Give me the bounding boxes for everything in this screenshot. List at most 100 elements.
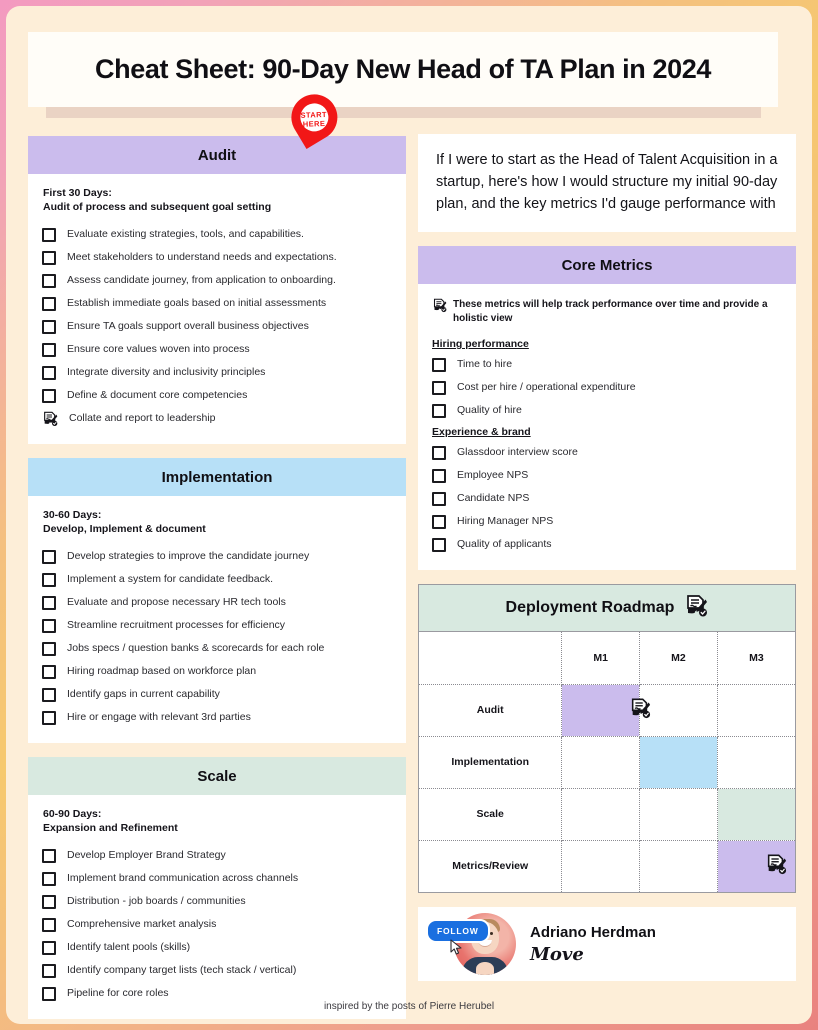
page-title: Cheat Sheet: 90-Day New Head of TA Plan … xyxy=(95,54,711,84)
checklist-item-label: Collate and report to leadership xyxy=(69,412,216,424)
checklist-item[interactable]: Evaluate existing strategies, tools, and… xyxy=(38,223,392,246)
checklist-item[interactable]: Identify talent pools (skills) xyxy=(38,936,392,959)
roadmap-cell[interactable] xyxy=(561,788,641,841)
checkbox[interactable] xyxy=(432,491,446,506)
checkbox[interactable] xyxy=(42,319,56,334)
checkbox[interactable] xyxy=(42,595,56,610)
checklist-item[interactable]: Assess candidate journey, from applicati… xyxy=(38,269,392,292)
roadmap-row-label: Metrics/Review xyxy=(419,840,563,892)
checkbox[interactable] xyxy=(42,848,56,863)
pin-label: START HERE xyxy=(297,105,330,134)
checklist-item[interactable]: Hire or engage with relevant 3rd parties xyxy=(38,706,392,729)
checklist-item[interactable]: Jobs specs / question banks & scorecards… xyxy=(38,637,392,660)
roadmap-cell[interactable] xyxy=(561,684,651,737)
checkbox[interactable] xyxy=(42,917,56,932)
checklist-item[interactable]: Integrate diversity and inclusivity prin… xyxy=(38,361,392,384)
checkbox[interactable] xyxy=(42,342,56,357)
panel-implementation: Implementation 30-60 Days: Develop, Impl… xyxy=(28,458,406,743)
checklist-item[interactable]: Employee NPS xyxy=(428,464,782,487)
document-pen-icon xyxy=(765,854,787,879)
checklist-item[interactable]: Streamline recruitment processes for eff… xyxy=(38,614,392,637)
checklist-item[interactable]: Develop Employer Brand Strategy xyxy=(38,844,392,867)
checklist-item[interactable]: Implement a system for candidate feedbac… xyxy=(38,568,392,591)
roadmap-cell[interactable] xyxy=(717,840,795,892)
checklist-item[interactable]: Cost per hire / operational expenditure xyxy=(428,376,782,399)
checkbox[interactable] xyxy=(42,641,56,656)
metric-group-title: Experience & brand xyxy=(432,426,531,438)
roadmap-row-label: Scale xyxy=(419,788,563,841)
checklist-item-label: Hiring Manager NPS xyxy=(457,515,554,527)
checklist-item[interactable]: Ensure TA goals support overall business… xyxy=(38,315,392,338)
checklist-item[interactable]: Implement brand communication across cha… xyxy=(38,867,392,890)
roadmap-cell[interactable] xyxy=(561,736,641,789)
document-pen-icon xyxy=(432,298,447,318)
roadmap-cell[interactable] xyxy=(639,736,718,789)
checkbox[interactable] xyxy=(432,514,446,529)
document-pen-icon xyxy=(433,298,447,313)
checklist-item[interactable]: Quality of applicants xyxy=(428,533,782,556)
checklist-item[interactable]: Define & document core competencies xyxy=(38,384,392,407)
checkbox[interactable] xyxy=(42,227,56,242)
checklist-item[interactable]: Distribution - job boards / communities xyxy=(38,890,392,913)
checklist-item[interactable]: Identify gaps in current capability xyxy=(38,683,392,706)
roadmap-cell[interactable] xyxy=(717,788,795,841)
checklist-item[interactable]: Evaluate and propose necessary HR tech t… xyxy=(38,591,392,614)
checkbox[interactable] xyxy=(432,403,446,418)
checklist-item[interactable]: Quality of hire xyxy=(428,399,782,422)
checkbox[interactable] xyxy=(42,710,56,725)
checkbox[interactable] xyxy=(42,296,56,311)
checkbox[interactable] xyxy=(432,537,446,552)
checklist-item-label: Hire or engage with relevant 3rd parties xyxy=(67,711,251,723)
checklist-item[interactable]: Time to hire xyxy=(428,353,782,376)
checkbox[interactable] xyxy=(42,273,56,288)
roadmap-cell[interactable] xyxy=(639,788,718,841)
footer-credit: inspired by the posts of Pierre Herubel xyxy=(323,1001,495,1012)
checkbox[interactable] xyxy=(432,357,446,372)
checkbox[interactable] xyxy=(42,549,56,564)
checkbox[interactable] xyxy=(432,380,446,395)
roadmap-table: M1 M2 M3 Audit Implementation Scale Metrics/R… xyxy=(419,632,795,892)
checkbox[interactable] xyxy=(42,871,56,886)
checkbox[interactable] xyxy=(42,940,56,955)
checkbox[interactable] xyxy=(42,250,56,265)
checkbox[interactable] xyxy=(432,468,446,483)
checkbox[interactable] xyxy=(42,963,56,978)
checkbox[interactable] xyxy=(42,388,56,403)
roadmap-col-header: M1 xyxy=(561,632,641,685)
checklist-item[interactable]: Hiring roadmap based on workforce plan xyxy=(38,660,392,683)
panel-scale-header: Scale xyxy=(28,757,406,795)
panel-scale-subhead-line1: 60-90 Days: xyxy=(43,808,102,820)
checkbox[interactable] xyxy=(432,445,446,460)
checklist-item[interactable]: Meet stakeholders to understand needs an… xyxy=(38,246,392,269)
checklist-item[interactable]: Collate and report to leadership xyxy=(38,407,392,430)
panel-scale-title: Scale xyxy=(197,767,237,785)
checkbox[interactable] xyxy=(42,572,56,587)
checklist-item[interactable]: Identify company target lists (tech stac… xyxy=(38,959,392,982)
checklist-item[interactable]: Candidate NPS xyxy=(428,487,782,510)
checkbox[interactable] xyxy=(42,986,56,1001)
author-text-block: Adriano Herdman Move xyxy=(530,923,656,966)
roadmap-cell[interactable] xyxy=(639,840,718,892)
checkbox[interactable] xyxy=(42,618,56,633)
checklist-item[interactable]: Comprehensive market analysis xyxy=(38,913,392,936)
checklist-item[interactable]: Ensure core values woven into process xyxy=(38,338,392,361)
checkbox[interactable] xyxy=(42,365,56,380)
roadmap-cell[interactable] xyxy=(717,684,795,737)
scale-checklist: Develop Employer Brand Strategy Implement… xyxy=(38,844,392,1005)
checkbox[interactable] xyxy=(42,664,56,679)
checklist-item[interactable]: Establish immediate goals based on initi… xyxy=(38,292,392,315)
roadmap-table-head: M1 M2 M3 xyxy=(419,632,795,685)
panel-audit: Audit First 30 Days: Audit of process an… xyxy=(28,136,406,444)
checklist-item-label: Develop Employer Brand Strategy xyxy=(67,849,226,861)
checklist-item[interactable]: Glassdoor interview score xyxy=(428,441,782,464)
roadmap-cell[interactable] xyxy=(717,736,795,789)
checklist-item-label: Evaluate and propose necessary HR tech t… xyxy=(67,596,286,608)
document-pen-icon xyxy=(767,854,787,875)
checklist-item[interactable]: Hiring Manager NPS xyxy=(428,510,782,533)
checkbox[interactable] xyxy=(42,687,56,702)
checklist-item[interactable]: Develop strategies to improve the candid… xyxy=(38,545,392,568)
roadmap-cell[interactable] xyxy=(639,684,718,737)
checkbox[interactable] xyxy=(42,894,56,909)
checklist-item-label: Identify gaps in current capability xyxy=(67,688,220,700)
roadmap-cell[interactable] xyxy=(561,840,641,892)
